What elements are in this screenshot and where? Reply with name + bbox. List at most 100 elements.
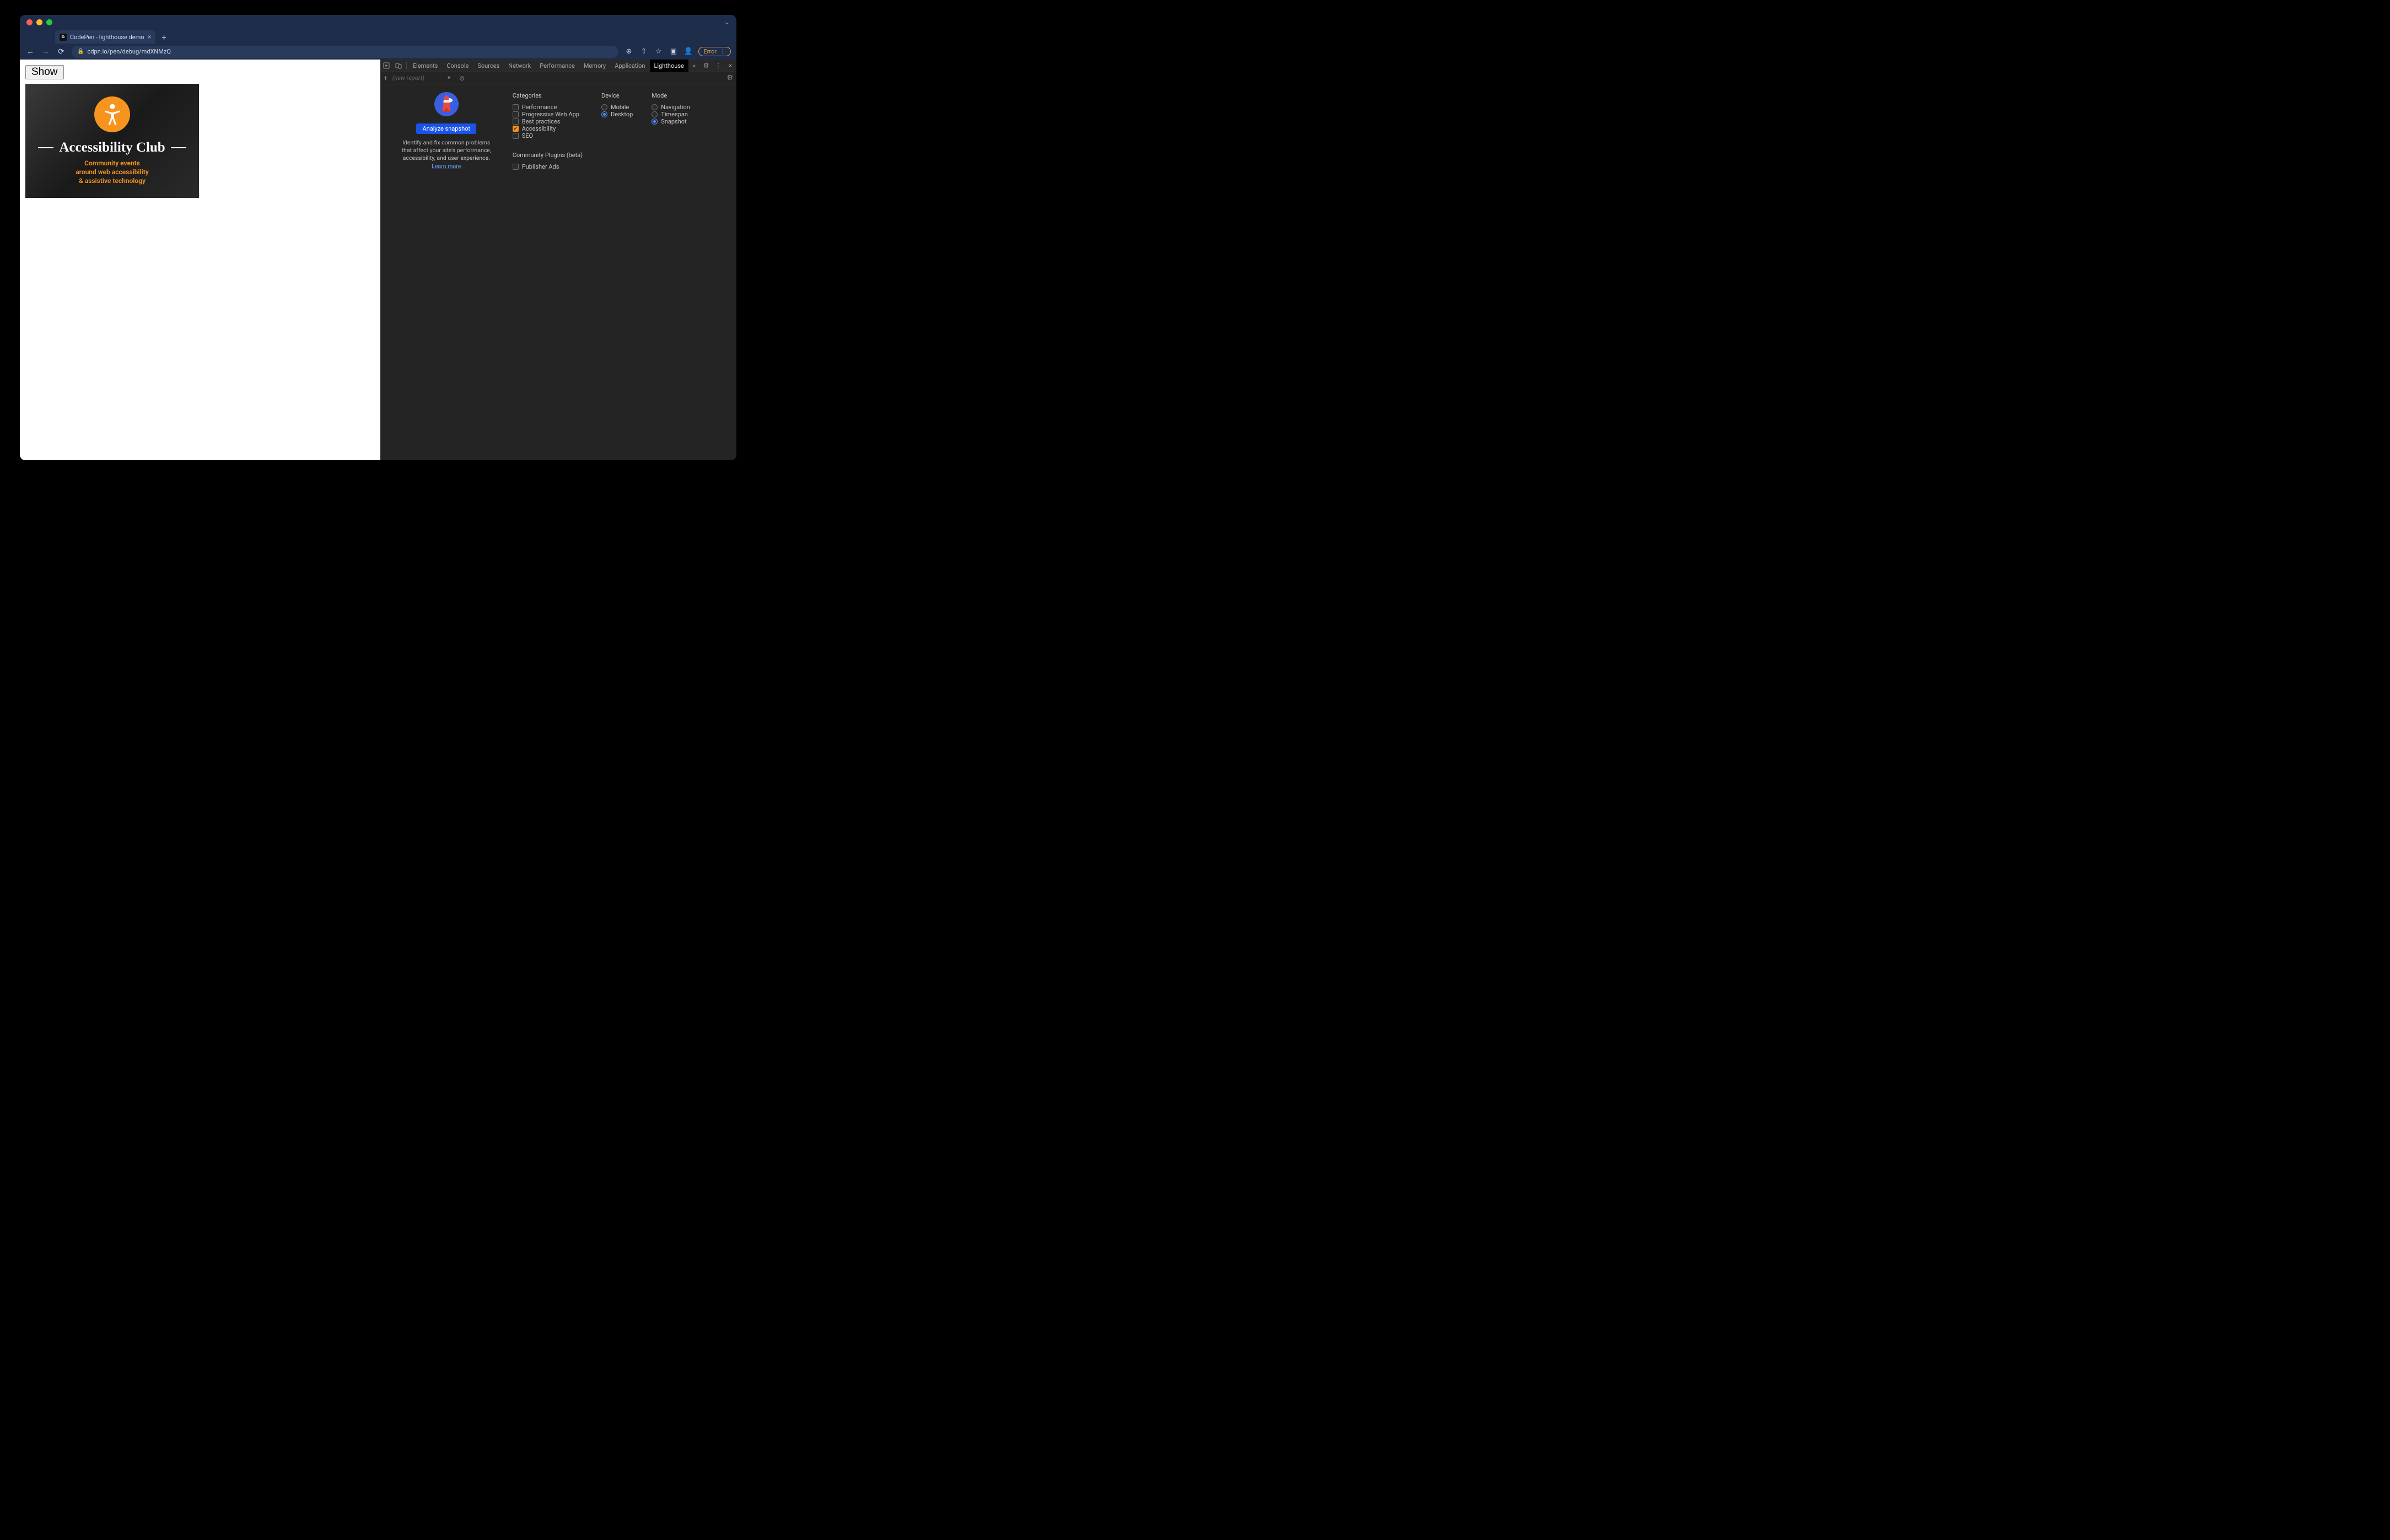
option-label: Snapshot bbox=[661, 118, 686, 125]
url-field[interactable]: 🔒 cdpn.io/pen/debug/mdXNMzQ bbox=[72, 46, 618, 58]
tab-performance[interactable]: Performance bbox=[535, 60, 579, 72]
plugin-publisher-ads[interactable]: Publisher Ads bbox=[513, 163, 583, 170]
share-icon[interactable]: ⇧ bbox=[639, 47, 648, 56]
option-label: Progressive Web App bbox=[522, 111, 579, 118]
mode-header: Mode bbox=[652, 92, 690, 99]
device-header: Device bbox=[601, 92, 633, 99]
category-performance[interactable]: Performance bbox=[513, 104, 583, 111]
option-label: Best practices bbox=[522, 118, 561, 125]
category-accessibility[interactable]: Accessibility bbox=[513, 125, 583, 132]
url-text: cdpn.io/pen/debug/mdXNMzQ bbox=[87, 48, 170, 55]
device-toggle-icon[interactable] bbox=[392, 60, 405, 72]
close-devtools-icon[interactable]: × bbox=[724, 60, 736, 72]
browser-window: ⌄ ⧉ CodePen - lighthouse demo × + ← → ⟳ … bbox=[20, 15, 736, 460]
accessibility-card: Accessibility Club Community events arou… bbox=[25, 84, 199, 198]
mode-column: Mode NavigationTimespanSnapshot bbox=[652, 92, 690, 170]
decorative-line bbox=[171, 147, 186, 148]
checkbox-icon[interactable] bbox=[513, 164, 519, 170]
rendered-page: Show Accessibility Club Community events… bbox=[20, 60, 380, 460]
checkbox-icon[interactable] bbox=[513, 104, 519, 110]
gear-icon[interactable]: ⚙ bbox=[700, 60, 712, 72]
mode-timespan[interactable]: Timespan bbox=[652, 111, 690, 118]
zoom-icon[interactable]: ⊕ bbox=[624, 47, 633, 56]
card-subtitle: Community events around web accessibilit… bbox=[76, 159, 149, 186]
lighthouse-description: Identify and fix common problems that af… bbox=[397, 139, 496, 163]
minimize-window-button[interactable] bbox=[36, 19, 42, 25]
content-area: Show Accessibility Club Community events… bbox=[20, 60, 736, 460]
titlebar-right: ⌄ bbox=[724, 18, 730, 26]
error-pill[interactable]: Error bbox=[698, 47, 731, 56]
option-label: Desktop bbox=[611, 111, 633, 118]
card-title: Accessibility Club bbox=[59, 140, 165, 155]
tab-memory[interactable]: Memory bbox=[579, 60, 610, 72]
mode-navigation[interactable]: Navigation bbox=[652, 104, 690, 111]
option-label: SEO bbox=[522, 132, 533, 139]
browser-tab[interactable]: ⧉ CodePen - lighthouse demo × bbox=[55, 30, 155, 44]
toolbar-right: ⊕ ⇧ ☆ ▣ 👤 Error bbox=[624, 47, 731, 56]
decorative-line bbox=[38, 147, 53, 148]
tab-network[interactable]: Network bbox=[504, 60, 535, 72]
close-tab-icon[interactable]: × bbox=[148, 33, 152, 41]
titlebar: ⌄ bbox=[20, 15, 736, 29]
checkbox-icon[interactable] bbox=[513, 111, 519, 117]
category-best-practices[interactable]: Best practices bbox=[513, 118, 583, 125]
device-column: Device MobileDesktop bbox=[601, 92, 633, 170]
radio-icon[interactable] bbox=[601, 111, 607, 117]
option-label: Navigation bbox=[661, 104, 690, 111]
learn-more-link[interactable]: Learn more bbox=[432, 163, 461, 170]
add-report-icon[interactable]: + bbox=[384, 74, 388, 83]
category-progressive-web-app[interactable]: Progressive Web App bbox=[513, 111, 583, 118]
back-button[interactable]: ← bbox=[25, 47, 35, 57]
tab-elements[interactable]: Elements bbox=[408, 60, 443, 72]
lighthouse-options: Categories PerformanceProgressive Web Ap… bbox=[513, 92, 690, 170]
show-button[interactable]: Show bbox=[25, 65, 64, 79]
tab-bar: ⧉ CodePen - lighthouse demo × + bbox=[20, 29, 736, 44]
lighthouse-logo-icon bbox=[434, 92, 459, 116]
lighthouse-settings-icon[interactable]: ⚙ bbox=[726, 74, 733, 82]
reload-button[interactable]: ⟳ bbox=[56, 47, 66, 57]
accessibility-icon bbox=[94, 96, 130, 132]
panel-icon[interactable]: ▣ bbox=[669, 47, 678, 56]
tab-title: CodePen - lighthouse demo bbox=[70, 34, 144, 41]
lock-icon: 🔒 bbox=[77, 49, 84, 55]
devtools-tabs: Elements Console Sources Network Perform… bbox=[380, 60, 736, 72]
option-label: Accessibility bbox=[522, 125, 556, 132]
bookmark-icon[interactable]: ☆ bbox=[654, 47, 663, 56]
favicon-icon: ⧉ bbox=[60, 34, 67, 41]
radio-icon[interactable] bbox=[652, 119, 658, 125]
report-selector[interactable]: (new report) bbox=[392, 74, 424, 82]
tab-application[interactable]: Application bbox=[610, 60, 649, 72]
clear-icon[interactable]: ⊘ bbox=[459, 74, 465, 82]
tab-more[interactable]: » bbox=[688, 60, 700, 72]
checkbox-icon[interactable] bbox=[513, 126, 519, 132]
option-label: Mobile bbox=[611, 104, 629, 111]
tab-sources[interactable]: Sources bbox=[473, 60, 504, 72]
kebab-icon[interactable]: ⋮ bbox=[712, 60, 724, 72]
plugins-header: Community Plugins (beta) bbox=[513, 152, 583, 159]
option-label: Timespan bbox=[661, 111, 688, 118]
analyze-snapshot-button[interactable]: Analyze snapshot bbox=[416, 123, 476, 134]
category-seo[interactable]: SEO bbox=[513, 132, 583, 139]
lighthouse-intro: Analyze snapshot Identify and fix common… bbox=[397, 92, 496, 170]
checkbox-icon[interactable] bbox=[513, 133, 519, 139]
inspect-icon[interactable] bbox=[380, 60, 392, 72]
profile-icon[interactable]: 👤 bbox=[683, 47, 693, 56]
tab-lighthouse[interactable]: Lighthouse bbox=[650, 60, 688, 72]
maximize-window-button[interactable] bbox=[46, 19, 52, 25]
radio-icon[interactable] bbox=[652, 111, 658, 117]
checkbox-icon[interactable] bbox=[513, 119, 519, 125]
device-desktop[interactable]: Desktop bbox=[601, 111, 633, 118]
mode-snapshot[interactable]: Snapshot bbox=[652, 118, 690, 125]
categories-header: Categories bbox=[513, 92, 583, 99]
close-window-button[interactable] bbox=[26, 19, 33, 25]
devtools-panel: Elements Console Sources Network Perform… bbox=[380, 60, 736, 460]
chevron-down-icon[interactable]: ⌄ bbox=[724, 18, 730, 26]
radio-icon[interactable] bbox=[652, 104, 658, 110]
forward-button[interactable]: → bbox=[41, 47, 51, 57]
dropdown-icon[interactable]: ▼ bbox=[446, 75, 451, 81]
device-mobile[interactable]: Mobile bbox=[601, 104, 633, 111]
lighthouse-subbar: + (new report) ▼ ⊘ ⚙ bbox=[380, 72, 736, 84]
tab-console[interactable]: Console bbox=[442, 60, 473, 72]
new-tab-button[interactable]: + bbox=[158, 31, 170, 44]
radio-icon[interactable] bbox=[601, 104, 607, 110]
